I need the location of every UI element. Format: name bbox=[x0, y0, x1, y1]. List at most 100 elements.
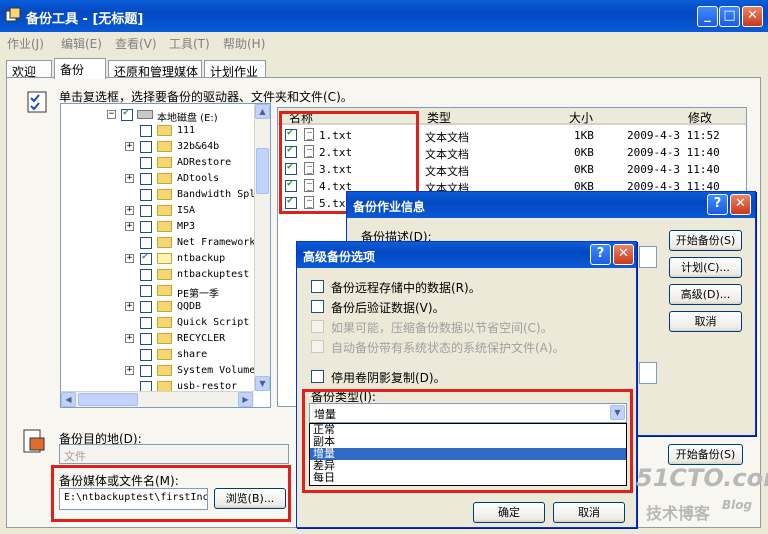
job-extra-input[interactable] bbox=[639, 362, 657, 384]
folder-icon bbox=[157, 253, 172, 264]
minimize-button[interactable]: _ bbox=[697, 6, 718, 27]
job-advanced-button[interactable]: 高级(D)... bbox=[669, 284, 742, 305]
destination-icon bbox=[23, 429, 45, 453]
job-dialog-titlebar[interactable]: 备份作业信息 ? ✕ bbox=[347, 192, 755, 218]
option-checkbox[interactable] bbox=[311, 300, 324, 313]
ok-button[interactable]: 确定 bbox=[473, 502, 545, 523]
scroll-down-icon[interactable]: ▼ bbox=[255, 376, 270, 391]
maximize-button[interactable]: □ bbox=[719, 6, 740, 27]
menu-edit[interactable]: 编辑(E) bbox=[61, 35, 102, 52]
adv-dialog-titlebar[interactable]: 高级备份选项 ? ✕ bbox=[297, 242, 636, 268]
watermark-blog: Blog bbox=[722, 498, 753, 512]
tree-item-label: ntbackuptest bbox=[177, 269, 250, 280]
file-size: 0KB bbox=[574, 146, 594, 159]
close-button[interactable]: ✕ bbox=[742, 6, 763, 27]
tree-checkbox[interactable] bbox=[140, 125, 152, 137]
folder-icon bbox=[157, 141, 172, 152]
job-cancel-button[interactable]: 取消 bbox=[669, 311, 742, 332]
option-checkbox[interactable] bbox=[311, 370, 324, 383]
col-modified[interactable]: 修改 bbox=[688, 109, 712, 126]
expand-icon[interactable]: + bbox=[125, 222, 134, 231]
scroll-left-icon[interactable]: ◀ bbox=[61, 392, 76, 407]
tree-checkbox[interactable] bbox=[140, 317, 152, 329]
option-label: 自动备份带有系统状态的系统保护文件(A)。 bbox=[331, 341, 565, 355]
tree-checkbox[interactable] bbox=[140, 237, 152, 249]
adv-cancel-button[interactable]: 取消 bbox=[553, 502, 625, 523]
folder-icon bbox=[157, 301, 172, 312]
tree-checkbox[interactable] bbox=[140, 221, 152, 233]
tree-checkbox[interactable] bbox=[140, 141, 152, 153]
expand-icon[interactable]: + bbox=[125, 174, 134, 183]
tab-welcome[interactable]: 欢迎 bbox=[6, 60, 52, 79]
destination-select: 文件 bbox=[59, 444, 289, 464]
tree-checkbox[interactable] bbox=[140, 365, 152, 377]
tree-checkbox[interactable] bbox=[140, 301, 152, 313]
checklist-icon bbox=[27, 91, 47, 113]
menu-tools[interactable]: 工具(T) bbox=[169, 35, 210, 52]
option-label: 如果可能，压缩备份数据以节省空间(C)。 bbox=[331, 321, 553, 335]
file-size: 1KB bbox=[574, 129, 594, 142]
folder-icon bbox=[157, 285, 172, 296]
tree-checkbox[interactable] bbox=[140, 205, 152, 217]
tree-item-label: Net Framework bbox=[177, 237, 256, 248]
tree-checkbox[interactable] bbox=[140, 251, 152, 265]
job-desc-input[interactable] bbox=[639, 246, 657, 268]
job-dialog-close-button[interactable]: ✕ bbox=[730, 194, 751, 215]
file-modified: 2009-4-3 11:52 bbox=[627, 129, 720, 142]
tree-item-label: ntbackup bbox=[177, 253, 226, 264]
tree-checkbox[interactable] bbox=[140, 269, 152, 281]
job-schedule-button[interactable]: 计划(C)... bbox=[669, 257, 742, 278]
col-type[interactable]: 类型 bbox=[427, 109, 451, 126]
highlight-backup-type bbox=[302, 389, 633, 493]
tree-checkbox[interactable] bbox=[140, 349, 152, 361]
folder-icon bbox=[157, 317, 172, 328]
tab-restore[interactable]: 还原和管理媒体 bbox=[108, 60, 202, 79]
menu-view[interactable]: 查看(V) bbox=[115, 35, 157, 52]
tab-backup[interactable]: 备份 bbox=[54, 58, 106, 79]
hscroll-thumb[interactable] bbox=[78, 393, 138, 406]
tree-vscrollbar[interactable]: ▲ ▼ bbox=[254, 104, 270, 391]
expand-icon[interactable]: + bbox=[125, 366, 134, 375]
adv-close-button[interactable]: ✕ bbox=[613, 244, 634, 265]
job-dialog-title: 备份作业信息 bbox=[353, 200, 426, 214]
folder-tree[interactable]: − 本地磁盘 (E:) 111 +32b&64b ADRestore + ADtools… bbox=[60, 103, 271, 408]
file-modified: 2009-4-3 11:40 bbox=[627, 146, 720, 159]
tree-checkbox[interactable] bbox=[140, 173, 152, 185]
folder-icon bbox=[157, 269, 172, 280]
tree-checkbox[interactable] bbox=[140, 189, 152, 201]
window-titlebar[interactable]: 备份工具 - [无标题] _ □ ✕ bbox=[0, 0, 768, 32]
menu-job[interactable]: 作业(J) bbox=[7, 35, 44, 52]
col-size[interactable]: 大小 bbox=[569, 109, 593, 126]
expand-icon[interactable]: + bbox=[125, 206, 134, 215]
tree-checkbox[interactable] bbox=[140, 157, 152, 169]
drive-icon bbox=[137, 110, 153, 119]
help-button[interactable]: ? bbox=[707, 194, 728, 215]
expand-icon[interactable]: + bbox=[125, 142, 134, 151]
tree-item-label: MP3 bbox=[177, 221, 196, 232]
tree-hscrollbar[interactable]: ◀ ▶ bbox=[61, 391, 254, 407]
tree-checkbox[interactable] bbox=[140, 333, 152, 345]
tree-checkbox[interactable] bbox=[121, 107, 133, 121]
file-size: 0KB bbox=[574, 163, 594, 176]
scroll-thumb[interactable] bbox=[256, 148, 269, 194]
watermark-tagline: 技术博客 bbox=[646, 504, 711, 523]
folder-icon bbox=[157, 221, 172, 232]
option-label: 备份后验证数据(V)。 bbox=[331, 301, 445, 315]
scroll-up-icon[interactable]: ▲ bbox=[255, 104, 270, 119]
menu-help[interactable]: 帮助(H) bbox=[223, 35, 265, 52]
collapse-icon[interactable]: − bbox=[107, 110, 116, 119]
scroll-right-icon[interactable]: ▶ bbox=[238, 392, 253, 407]
expand-icon[interactable]: + bbox=[125, 302, 134, 311]
option-checkbox bbox=[311, 320, 324, 333]
job-start-button[interactable]: 开始备份(S) bbox=[669, 230, 742, 251]
folder-icon bbox=[157, 205, 172, 216]
adv-help-button[interactable]: ? bbox=[590, 244, 611, 265]
start-backup-main-button[interactable]: 开始备份(S) bbox=[668, 444, 743, 465]
tab-schedule[interactable]: 计划作业 bbox=[204, 60, 266, 79]
option-checkbox[interactable] bbox=[311, 280, 324, 293]
expand-icon[interactable]: + bbox=[125, 334, 134, 343]
expand-icon[interactable]: + bbox=[125, 254, 134, 263]
tree-checkbox[interactable] bbox=[140, 285, 152, 297]
tree-item-label: ADtools bbox=[177, 173, 220, 184]
folder-icon bbox=[157, 173, 172, 184]
